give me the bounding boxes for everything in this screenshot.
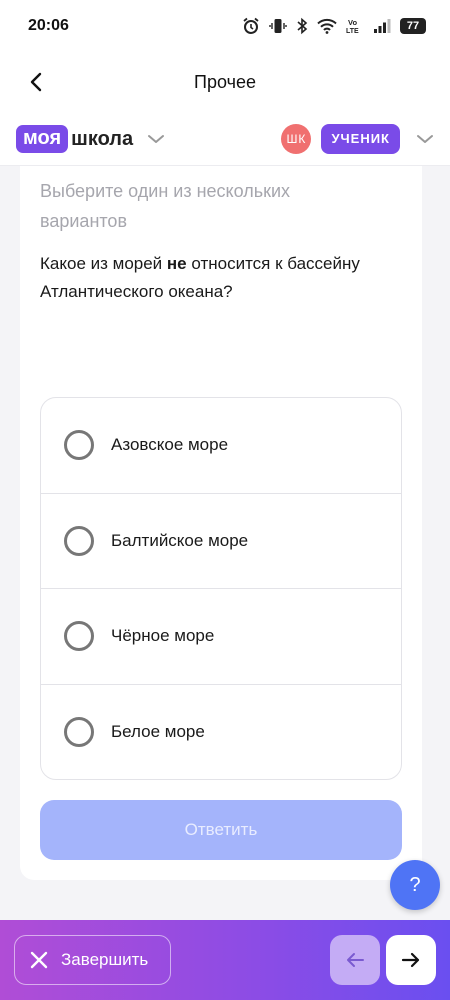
previous-question-button[interactable] (330, 935, 380, 985)
chevron-left-icon (30, 72, 42, 92)
bluetooth-icon (297, 17, 308, 35)
status-icons: Vo LTE 77 (242, 17, 426, 35)
role-badge: УЧЕНИК (321, 123, 400, 154)
radio-button-icon[interactable] (64, 717, 94, 748)
radio-button-icon[interactable] (64, 621, 94, 652)
logo-part-shkola: школа (71, 127, 134, 150)
submit-answer-button[interactable]: Ответить (40, 800, 402, 860)
logo-part-moya: моя (16, 124, 69, 153)
answer-option-label: Чёрное море (111, 626, 215, 646)
back-button[interactable] (20, 66, 52, 98)
answer-option[interactable]: Чёрное море (41, 589, 401, 685)
answer-option[interactable]: Балтийское море (41, 494, 401, 589)
app-switcher-chevron-icon[interactable] (147, 133, 165, 145)
brand-bar: моя школа ШК УЧЕНИК (0, 112, 450, 166)
next-question-button[interactable] (386, 935, 436, 985)
radio-button-icon[interactable] (64, 430, 94, 461)
page-title: Прочее (194, 71, 256, 92)
profile-switcher[interactable]: ШК УЧЕНИК (281, 123, 434, 154)
answer-options: Азовское море Балтийское море Чёрное мор… (40, 397, 402, 780)
battery-icon: 77 (400, 18, 426, 34)
question-instruction: Выберите один из нескольких вариантов (40, 181, 291, 231)
arrow-right-icon (401, 952, 420, 968)
svg-text:Vo: Vo (348, 18, 357, 27)
avatar: ШК (281, 123, 312, 154)
close-icon (30, 951, 48, 969)
nav-bar: Прочее (0, 52, 450, 112)
status-time: 20:06 (28, 17, 69, 34)
help-button[interactable]: ? (390, 860, 440, 910)
answer-option-label: Балтийское море (111, 530, 249, 550)
status-bar: 20:06 Vo LTE 77 (0, 0, 450, 52)
svg-text:LTE: LTE (346, 28, 359, 35)
app-logo[interactable]: моя школа (16, 124, 134, 153)
question-card: Выберите один из нескольких вариантов Ка… (20, 166, 422, 880)
vibrate-icon (269, 19, 287, 33)
alarm-icon (243, 17, 259, 34)
answer-option-label: Азовское море (111, 435, 229, 455)
finish-button[interactable]: Завершить (14, 935, 171, 985)
wifi-icon (317, 18, 337, 34)
bottom-action-bar: Завершить (0, 920, 450, 1000)
answer-option[interactable]: Азовское море (41, 398, 401, 494)
radio-button-icon[interactable] (64, 525, 94, 556)
profile-chevron-down-icon[interactable] (416, 133, 434, 145)
answer-option-label: Белое море (111, 722, 205, 742)
signal-icon (374, 19, 391, 33)
volte-icon: Vo LTE (346, 18, 359, 35)
answer-option[interactable]: Белое море (41, 685, 401, 780)
finish-button-label: Завершить (61, 950, 149, 969)
arrow-left-icon (347, 953, 364, 967)
question-text: Какое из морей не относится к бассейну А… (40, 250, 410, 306)
question-text-before: Какое из морей (40, 254, 167, 273)
question-text-emphasis: не (166, 254, 187, 273)
